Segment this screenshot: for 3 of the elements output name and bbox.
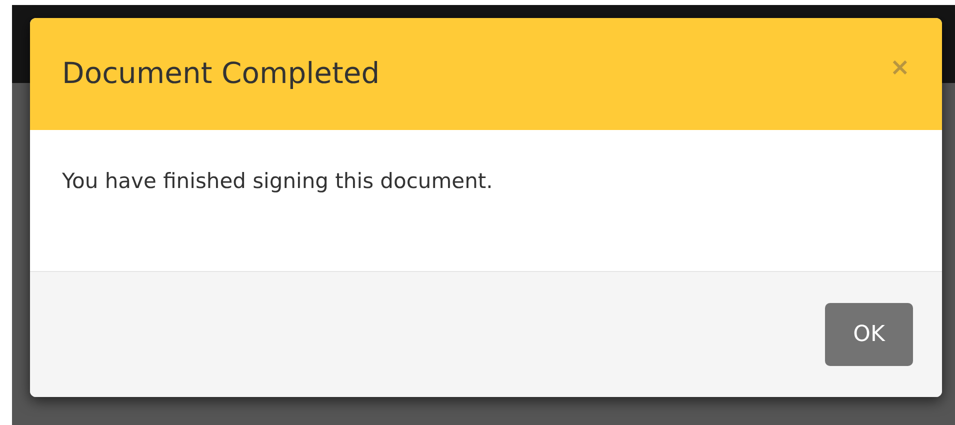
dialog-message: You have finished signing this document. — [62, 169, 493, 193]
dialog-title: Document Completed — [62, 55, 380, 92]
ok-button[interactable]: OK — [825, 303, 913, 366]
